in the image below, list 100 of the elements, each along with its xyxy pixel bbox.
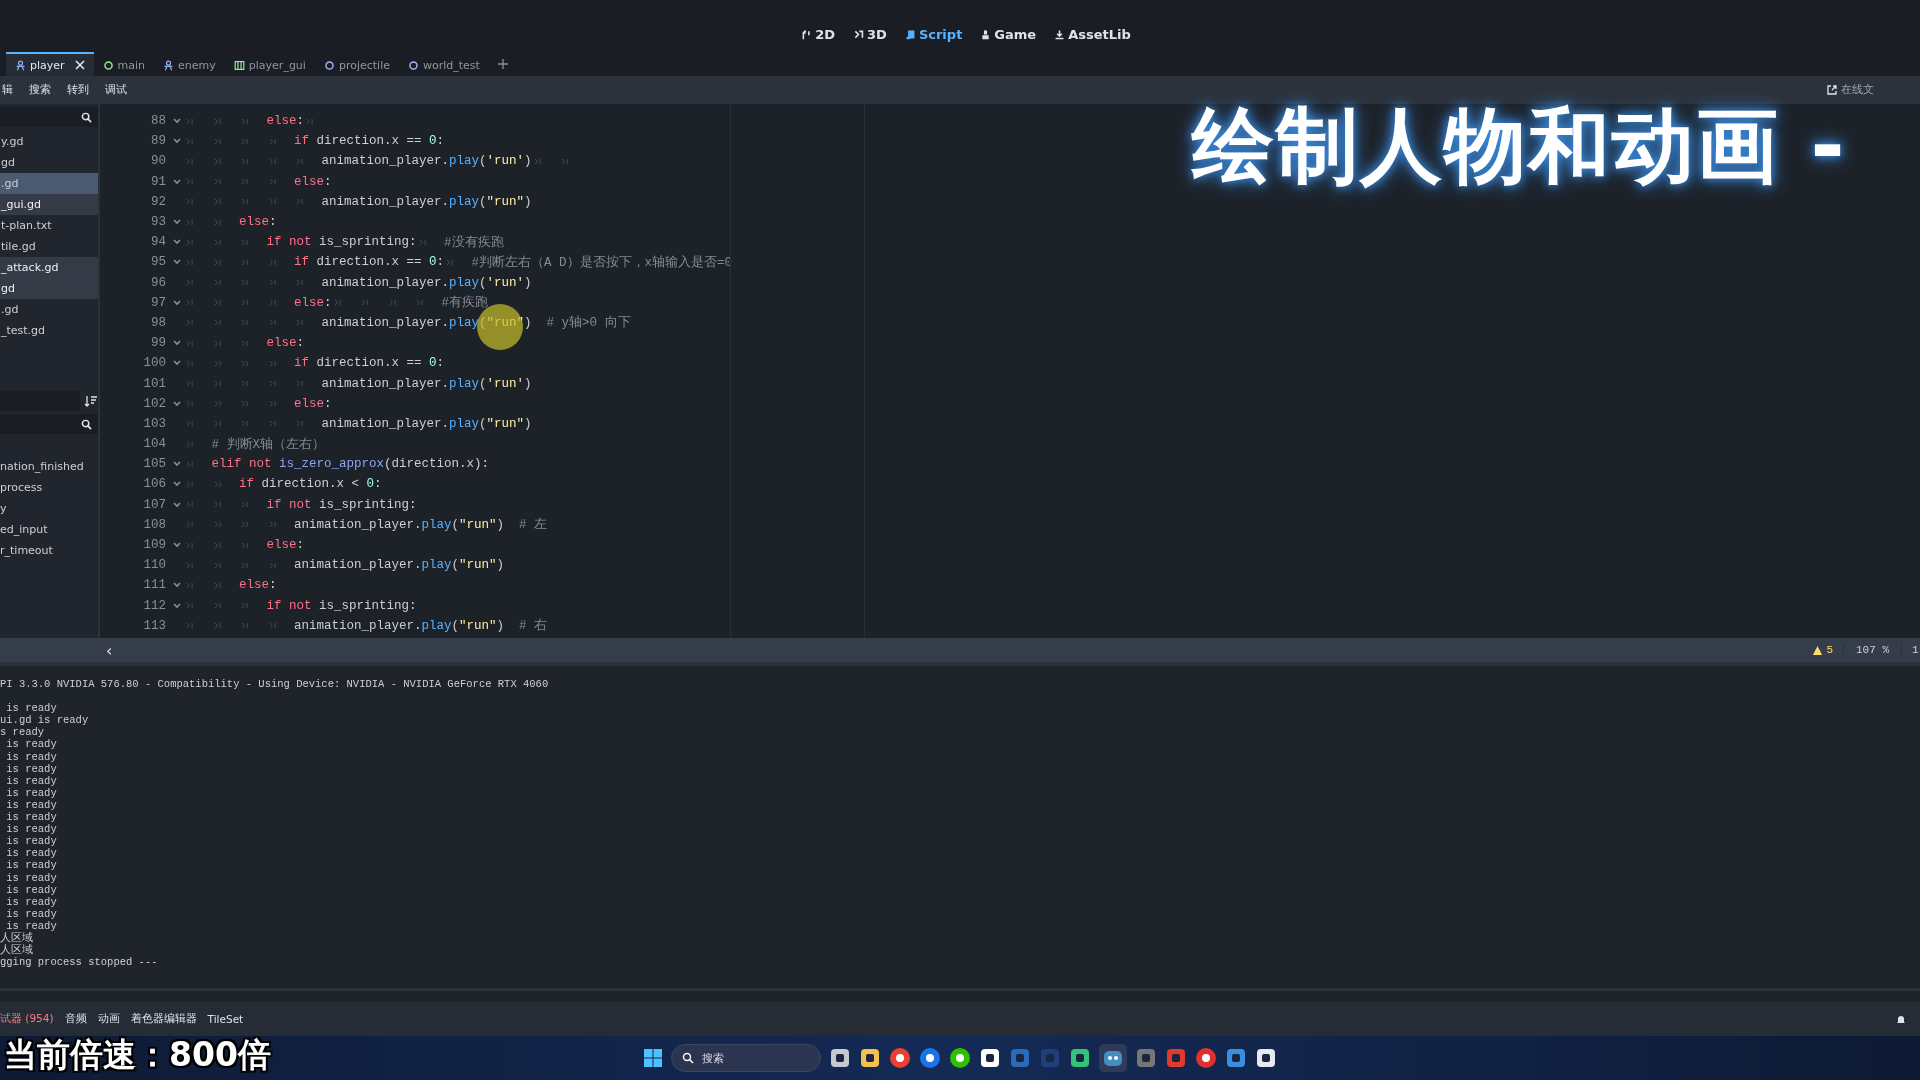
search-icon[interactable] — [81, 111, 92, 123]
line-number: 101 — [142, 376, 166, 391]
app-icon[interactable] — [979, 1047, 1001, 1069]
script-list-item[interactable]: .gd — [0, 299, 98, 320]
app-icon[interactable] — [1195, 1047, 1217, 1069]
line-number: 93 — [150, 215, 166, 230]
script-list-item[interactable]: _attack.gd — [0, 257, 98, 278]
tab-marker-icon — [296, 198, 303, 206]
workspace-button[interactable]: Game — [978, 25, 1039, 44]
tab-marker-icon — [241, 602, 248, 610]
sort-icon[interactable] — [84, 394, 98, 408]
tab-marker-icon — [213, 501, 221, 509]
line-number: 96 — [150, 275, 166, 290]
panel-tab[interactable]: 动画 — [97, 1012, 131, 1026]
tab-marker-icon — [213, 157, 221, 165]
tab-marker-icon — [446, 258, 454, 266]
console-line: is ready — [5, 738, 58, 751]
tab-marker-icon — [561, 157, 569, 165]
app-icon[interactable] — [859, 1047, 881, 1069]
online-docs-link[interactable]: 在线文 — [1821, 82, 1880, 98]
panel-tab[interactable]: 试器 (954) — [0, 1012, 65, 1026]
workspace-button[interactable]: AssetLib — [1052, 25, 1133, 44]
menu-item[interactable]: 辑 — [2, 83, 21, 97]
tab-marker-icon — [213, 117, 221, 125]
code-text: else: — [294, 295, 332, 310]
panel-tab[interactable]: 音频 — [64, 1012, 98, 1026]
line-number: 103 — [142, 416, 166, 431]
app-icon[interactable] — [1069, 1047, 1091, 1069]
workspace-button[interactable]: 3D — [851, 25, 889, 44]
tab-marker-icon — [296, 279, 303, 287]
tab-marker-icon — [186, 622, 193, 630]
windows-logo-icon[interactable] — [643, 1048, 663, 1068]
tab-marker-icon — [213, 541, 221, 549]
method-list-item[interactable]: process — [0, 477, 98, 498]
workspace-button[interactable]: 2D — [799, 25, 838, 44]
file-tab[interactable]: player — [6, 52, 94, 76]
taskbar-search-field[interactable]: 搜索 — [671, 1044, 821, 1072]
filter-field[interactable] — [0, 414, 98, 434]
script-list-item[interactable]: .gd — [0, 173, 98, 194]
tab-marker-icon — [241, 258, 248, 266]
script-list-item[interactable]: _gui.gd — [0, 194, 98, 215]
circle-icon — [407, 59, 419, 71]
file-tab[interactable]: world_test — [398, 52, 489, 76]
tab-marker-icon — [241, 561, 248, 569]
line-number: 104 — [142, 437, 166, 452]
app-icon[interactable] — [829, 1047, 851, 1069]
console-line: s ready — [0, 726, 46, 739]
app-icon[interactable] — [919, 1047, 941, 1069]
tab-marker-icon — [268, 279, 276, 287]
menu-item[interactable]: 转到 — [61, 83, 97, 97]
tab-marker-icon — [241, 319, 248, 327]
script-list-item[interactable]: gd — [0, 278, 98, 299]
tab-marker-icon — [268, 622, 276, 630]
method-list-item[interactable]: y — [0, 498, 98, 519]
tab-marker-icon — [213, 400, 221, 408]
method-list-item[interactable]: ed_input — [0, 519, 98, 540]
script-list-item[interactable]: _test.gd — [0, 320, 98, 341]
script-list-item[interactable]: y.gd — [0, 131, 98, 152]
menu-item[interactable]: 调试 — [99, 83, 135, 97]
workspace-button[interactable]: Script — [902, 25, 965, 44]
tab-marker-icon — [268, 380, 276, 388]
app-icon[interactable] — [949, 1047, 971, 1069]
file-tab[interactable]: main — [93, 52, 155, 76]
tab-marker-icon — [241, 198, 248, 206]
tab-marker-icon — [268, 258, 276, 266]
add-tab-icon[interactable] — [496, 58, 509, 70]
search-icon[interactable] — [81, 418, 92, 430]
console-line: 人区域 — [0, 944, 34, 957]
app-icon[interactable] — [1099, 1044, 1127, 1072]
file-tab[interactable]: projectile — [314, 52, 399, 76]
panel-tab[interactable]: 着色器编辑器 — [130, 1012, 208, 1026]
warning-count[interactable]: 5 — [1812, 644, 1844, 656]
code-text: #有疾跑 — [441, 294, 489, 312]
line-number: 89 — [150, 134, 166, 149]
tab-marker-icon — [186, 380, 193, 388]
filter-field[interactable] — [0, 107, 98, 127]
code-text: #没有疾跑 — [444, 234, 504, 251]
app-icon[interactable] — [1255, 1047, 1277, 1069]
panel-tab[interactable]: TileSet — [207, 1013, 255, 1025]
tab-marker-icon — [213, 622, 221, 630]
script-list-item[interactable]: gd — [0, 152, 98, 173]
tab-marker-icon — [186, 258, 193, 266]
bell-icon[interactable] — [1896, 1013, 1906, 1025]
script-list-item[interactable]: tile.gd — [0, 236, 98, 257]
menu-item[interactable]: 搜索 — [23, 83, 59, 97]
grid-icon — [233, 59, 245, 71]
tab-marker-icon — [388, 299, 396, 307]
app-icon[interactable] — [889, 1047, 911, 1069]
method-list-item[interactable]: r_timeout — [0, 540, 98, 561]
close-icon[interactable] — [74, 60, 85, 70]
zoom-level[interactable]: 107 % — [1844, 644, 1902, 656]
script-list-item[interactable]: t-plan.txt — [0, 215, 98, 236]
console-line: is ready — [5, 895, 58, 908]
method-list-item[interactable]: nation_finished — [0, 456, 98, 477]
file-tab[interactable]: enemy — [154, 52, 225, 76]
console-line: is ready — [5, 774, 58, 787]
file-tab[interactable]: player_gui — [224, 52, 315, 76]
collapse-button[interactable]: ‹ — [106, 640, 113, 660]
tab-marker-icon — [213, 359, 221, 367]
tab-marker-icon — [186, 218, 193, 226]
